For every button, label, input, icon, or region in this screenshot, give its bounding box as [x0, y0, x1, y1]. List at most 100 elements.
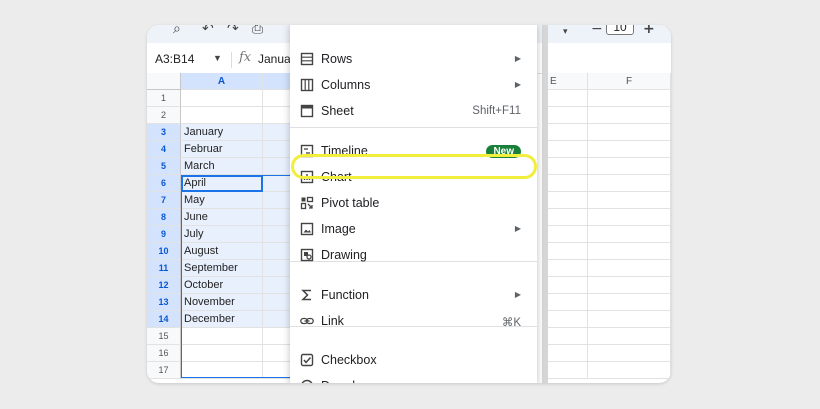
row-header[interactable]: 14 [147, 311, 181, 328]
cell-a[interactable]: April [181, 175, 263, 192]
cell-a[interactable]: August [181, 243, 263, 260]
cell-a[interactable]: November [181, 294, 263, 311]
cell-a[interactable] [181, 362, 263, 379]
cell-f[interactable] [588, 328, 671, 345]
cell-a[interactable]: June [181, 209, 263, 226]
increase-font-button[interactable]: + [643, 25, 655, 36]
cell-f[interactable] [588, 243, 671, 260]
search-icon[interactable]: ⌕ [173, 25, 181, 36]
cell-e[interactable] [548, 141, 588, 158]
cell-e[interactable] [548, 243, 588, 260]
row-header[interactable]: 4 [147, 141, 181, 158]
cell-f[interactable] [588, 260, 671, 277]
cell-b[interactable] [263, 192, 291, 209]
menu-item-rows[interactable]: Rows ▶ [290, 47, 537, 73]
chevron-down-icon[interactable]: ▼ [213, 53, 222, 63]
cell-e[interactable] [548, 277, 588, 294]
cell-b[interactable] [263, 175, 291, 192]
menu-item-link[interactable]: Link ⌘K [290, 309, 537, 335]
row-header[interactable]: 7 [147, 192, 181, 209]
row-header[interactable]: 8 [147, 209, 181, 226]
scrollbar[interactable] [542, 25, 548, 383]
menu-item-checkbox[interactable]: Checkbox [290, 348, 537, 374]
cell-a[interactable]: March [181, 158, 263, 175]
row-header[interactable]: 5 [147, 158, 181, 175]
decrease-font-button[interactable]: − [591, 25, 603, 36]
menu-item-columns[interactable]: Columns ▶ [290, 73, 537, 99]
cell-b[interactable] [263, 362, 291, 379]
cell-f[interactable] [588, 226, 671, 243]
cell-b[interactable] [263, 243, 291, 260]
cell-e[interactable] [548, 107, 588, 124]
cell-f[interactable] [588, 141, 671, 158]
cell-a[interactable]: January [181, 124, 263, 141]
row-header[interactable]: 2 [147, 107, 181, 124]
cell-e[interactable] [548, 362, 588, 379]
cell-f[interactable] [588, 124, 671, 141]
cell-a[interactable]: Februar [181, 141, 263, 158]
cell-a[interactable] [181, 107, 263, 124]
cell-a[interactable] [181, 345, 263, 362]
print-icon[interactable]: ⎙ [252, 25, 263, 36]
cell-f[interactable] [588, 277, 671, 294]
column-header-b[interactable] [263, 73, 291, 90]
cell-b[interactable] [263, 277, 291, 294]
cell-e[interactable] [548, 158, 588, 175]
cell-e[interactable] [548, 192, 588, 209]
cell-b[interactable] [263, 311, 291, 328]
cell-e[interactable] [548, 345, 588, 362]
cell-b[interactable] [263, 260, 291, 277]
row-header[interactable]: 6 [147, 175, 181, 192]
row-header[interactable]: 13 [147, 294, 181, 311]
cell-f[interactable] [588, 158, 671, 175]
cell-a[interactable] [181, 90, 263, 107]
row-header[interactable]: 12 [147, 277, 181, 294]
cell-e[interactable] [548, 124, 588, 141]
menu-item-image[interactable]: Image ▶ [290, 217, 537, 243]
row-header[interactable]: 1 [147, 90, 181, 107]
cell-b[interactable] [263, 345, 291, 362]
cell-f[interactable] [588, 294, 671, 311]
cell-a[interactable]: May [181, 192, 263, 209]
column-header-f[interactable]: F [588, 73, 671, 90]
menu-item-drawing[interactable]: Drawing [290, 243, 537, 269]
cell-f[interactable] [588, 345, 671, 362]
cell-b[interactable] [263, 90, 291, 107]
cell-b[interactable] [263, 124, 291, 141]
cell-f[interactable] [588, 175, 671, 192]
row-header[interactable]: 9 [147, 226, 181, 243]
cell-b[interactable] [263, 209, 291, 226]
font-size-input[interactable]: 10 [606, 25, 634, 35]
cell-f[interactable] [588, 90, 671, 107]
cell-e[interactable] [548, 294, 588, 311]
cell-b[interactable] [263, 226, 291, 243]
name-box[interactable]: A3:B14 [155, 52, 194, 66]
cell-e[interactable] [548, 226, 588, 243]
cell-f[interactable] [588, 209, 671, 226]
row-header[interactable]: 16 [147, 345, 181, 362]
chevron-down-icon[interactable]: ▾ [563, 25, 568, 39]
cell-e[interactable] [548, 328, 588, 345]
row-header[interactable]: 11 [147, 260, 181, 277]
cell-a[interactable] [181, 328, 263, 345]
cell-e[interactable] [548, 175, 588, 192]
menu-item-function[interactable]: Function ▶ [290, 283, 537, 309]
cell-e[interactable] [548, 209, 588, 226]
menu-item-sheet[interactable]: Sheet Shift+F11 [290, 99, 537, 125]
cell-f[interactable] [588, 362, 671, 379]
menu-item-pivot-table[interactable]: Pivot table [290, 191, 537, 217]
cell-e[interactable] [548, 260, 588, 277]
cell-e[interactable] [548, 90, 588, 107]
column-header-e[interactable]: E [548, 73, 588, 90]
cell-b[interactable] [263, 107, 291, 124]
menu-item-dropdown[interactable]: Dropdown [290, 374, 537, 383]
cell-a[interactable]: October [181, 277, 263, 294]
cell-e[interactable] [548, 311, 588, 328]
row-header[interactable]: 17 [147, 362, 181, 379]
redo-icon[interactable]: ↷ [227, 25, 239, 36]
undo-icon[interactable]: ↶ [202, 25, 214, 36]
cell-f[interactable] [588, 192, 671, 209]
select-all-corner[interactable] [147, 73, 181, 90]
cell-b[interactable] [263, 294, 291, 311]
row-header[interactable]: 10 [147, 243, 181, 260]
